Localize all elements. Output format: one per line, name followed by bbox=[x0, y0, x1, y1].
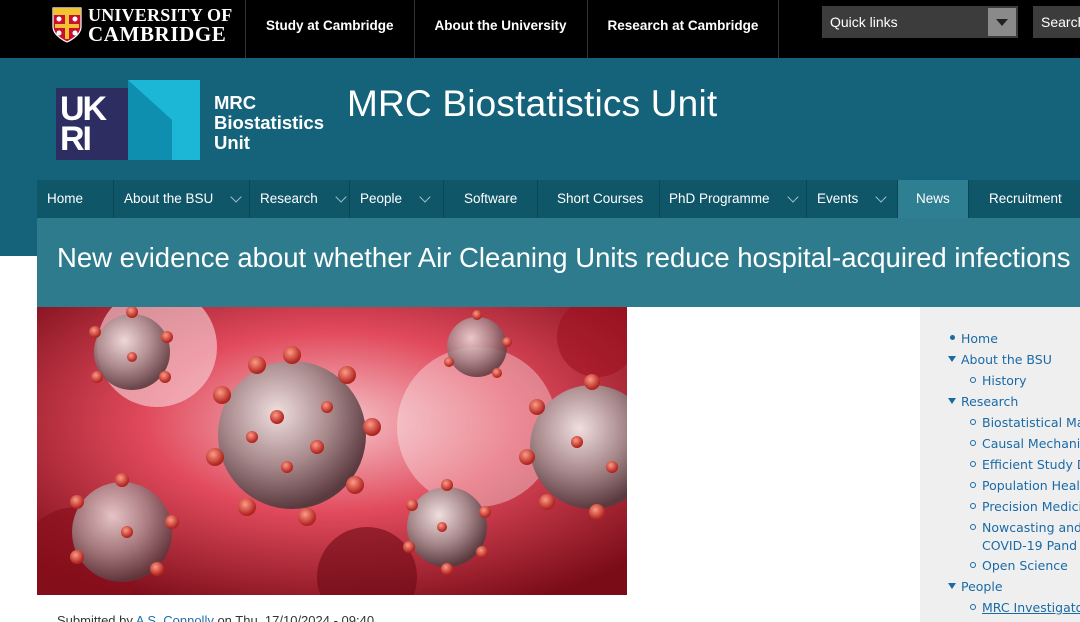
sidebar-item-precision[interactable]: Precision Medici bbox=[982, 499, 1080, 514]
circle-bullet-icon bbox=[970, 461, 976, 467]
circle-bullet-icon bbox=[970, 604, 976, 610]
expand-triangle-icon[interactable] bbox=[948, 398, 956, 404]
nav-item-news[interactable]: News bbox=[898, 180, 969, 218]
expand-triangle-icon[interactable] bbox=[948, 356, 956, 362]
circle-bullet-icon bbox=[970, 377, 976, 383]
sidebar-item-nowcasting[interactable]: Nowcasting and bbox=[982, 520, 1080, 535]
submitted-by-line: Submitted by A S. Connolly on Thu, 17/10… bbox=[57, 613, 374, 622]
top-link-about[interactable]: About the University bbox=[413, 0, 587, 58]
circle-bullet-icon bbox=[970, 562, 976, 568]
sidebar-item-mrc-investigators[interactable]: MRC Investigato bbox=[982, 600, 1080, 615]
bullet-icon bbox=[950, 335, 955, 340]
nav-item-recruitment[interactable]: Recruitment bbox=[969, 180, 1080, 218]
quick-links-dropdown[interactable]: Quick links bbox=[822, 6, 1018, 38]
quick-links-label: Quick links bbox=[830, 14, 898, 30]
nav-item-events[interactable]: Events bbox=[807, 180, 898, 218]
submitted-date: on Thu, 17/10/2024 - 09:40 bbox=[217, 613, 375, 622]
ukri-logo-mark: UK RI bbox=[56, 88, 128, 160]
nav-label: Home bbox=[47, 191, 84, 206]
nav-label: About the BSU bbox=[124, 191, 214, 206]
circle-bullet-icon bbox=[970, 440, 976, 446]
sidebar-item-population[interactable]: Population Heal bbox=[982, 478, 1080, 493]
nav-label: News bbox=[916, 191, 950, 206]
sidebar-item-causal[interactable]: Causal Mechani bbox=[982, 436, 1080, 451]
circle-bullet-icon bbox=[970, 419, 976, 425]
sidebar-item-research[interactable]: Research bbox=[961, 394, 1018, 409]
circle-bullet-icon bbox=[970, 503, 976, 509]
circle-bullet-icon bbox=[970, 524, 976, 530]
nav-item-software[interactable]: Software bbox=[444, 180, 538, 218]
nav-item-home[interactable]: Home bbox=[37, 180, 114, 218]
nav-item-phd[interactable]: PhD Programme bbox=[660, 180, 807, 218]
nav-label: Events bbox=[817, 191, 859, 206]
logo-line2: CAMBRIDGE bbox=[88, 22, 227, 46]
sidebar-item-efficient[interactable]: Efficient Study D bbox=[982, 457, 1080, 472]
chevron-down-icon[interactable] bbox=[788, 191, 800, 203]
main-nav: Home About the BSU Research People Softw… bbox=[37, 180, 1080, 218]
sidebar-item-home[interactable]: Home bbox=[961, 331, 998, 346]
chevron-down-icon[interactable] bbox=[231, 191, 243, 203]
top-nav: Study at Cambridge About the University … bbox=[245, 0, 780, 58]
sidebar-item-history[interactable]: History bbox=[982, 373, 1026, 388]
chevron-down-icon[interactable] bbox=[420, 191, 432, 203]
article-image-virus bbox=[37, 307, 627, 595]
nav-item-research[interactable]: Research bbox=[250, 180, 350, 218]
chevron-down-icon[interactable] bbox=[336, 191, 348, 203]
ukri-logo[interactable]: UK RI bbox=[56, 80, 200, 160]
nav-item-people[interactable]: People bbox=[350, 180, 444, 218]
mrc-line1: MRC bbox=[214, 92, 257, 113]
search-button[interactable]: Search bbox=[1033, 6, 1080, 38]
ukri-slab-icon bbox=[128, 80, 200, 160]
nav-label: Recruitment bbox=[989, 191, 1062, 206]
university-logo[interactable]: UNIVERSITY OF CAMBRIDGE bbox=[52, 6, 232, 46]
sidebar-item-about[interactable]: About the BSU bbox=[961, 352, 1052, 367]
circle-bullet-icon bbox=[970, 482, 976, 488]
top-bar: UNIVERSITY OF CAMBRIDGE Study at Cambrid… bbox=[0, 0, 1080, 58]
mrc-line3: Unit bbox=[214, 132, 250, 153]
nav-label: PhD Programme bbox=[669, 191, 770, 206]
sidebar-item-people[interactable]: People bbox=[961, 579, 1003, 594]
expand-triangle-icon[interactable] bbox=[948, 583, 956, 589]
nav-label: Short Courses bbox=[557, 191, 644, 206]
top-link-research[interactable]: Research at Cambridge bbox=[586, 0, 780, 58]
sidebar-item-biostatistical[interactable]: Biostatistical Ma bbox=[982, 415, 1080, 430]
sidebar-menu: Home About the BSU History Research Bios… bbox=[920, 307, 1080, 622]
site-title[interactable]: MRC Biostatistics Unit bbox=[347, 83, 717, 125]
nav-item-about[interactable]: About the BSU bbox=[114, 180, 250, 218]
sidebar-item-open-science[interactable]: Open Science bbox=[982, 558, 1068, 573]
submitted-prefix: Submitted by bbox=[57, 613, 133, 622]
mrc-unit-logo-text: MRC Biostatistics Unit bbox=[214, 93, 324, 153]
chevron-down-icon[interactable] bbox=[988, 8, 1016, 36]
virus-illustration bbox=[37, 307, 627, 595]
nav-label: Research bbox=[260, 191, 318, 206]
sidebar-item-nowcasting-line2[interactable]: COVID-19 Pand bbox=[982, 538, 1077, 553]
nav-label: Software bbox=[464, 191, 518, 206]
author-link[interactable]: A S. Connolly bbox=[136, 613, 214, 622]
nav-label: People bbox=[360, 191, 403, 206]
chevron-down-icon[interactable] bbox=[876, 191, 888, 203]
cambridge-shield-icon bbox=[52, 7, 82, 43]
page-title: New evidence about whether Air Cleaning … bbox=[57, 242, 1071, 273]
top-link-study[interactable]: Study at Cambridge bbox=[245, 0, 414, 58]
mrc-line2: Biostatistics bbox=[214, 112, 325, 133]
nav-item-short-courses[interactable]: Short Courses bbox=[538, 180, 660, 218]
